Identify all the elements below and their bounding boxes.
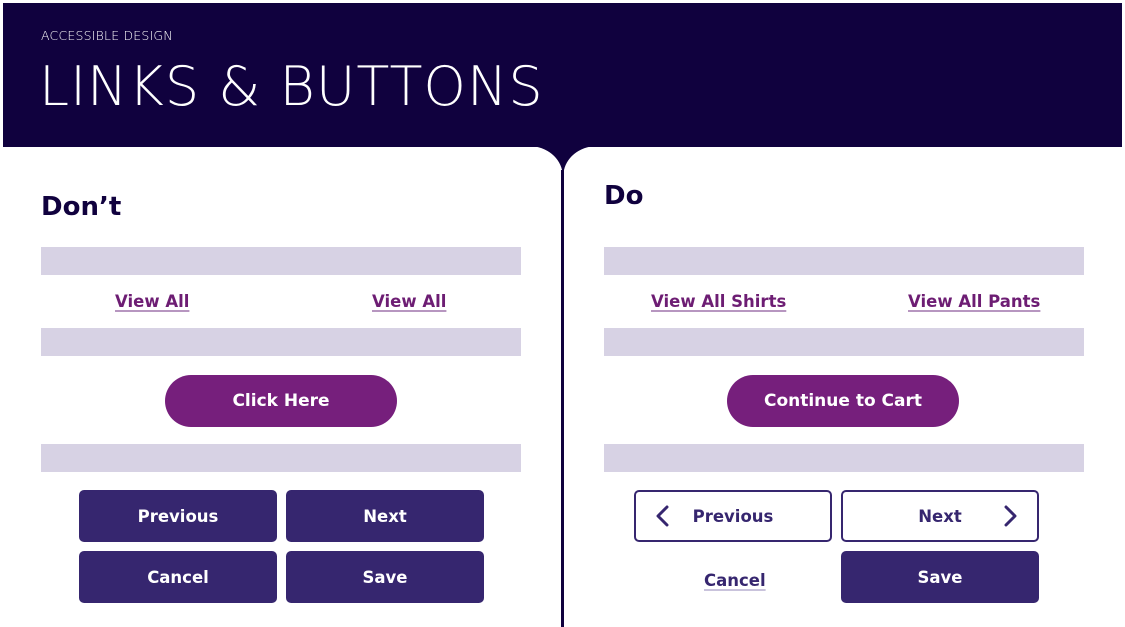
- save-button[interactable]: Save: [841, 551, 1039, 603]
- placeholder-bar: [41, 328, 521, 356]
- save-button[interactable]: Save: [286, 551, 484, 603]
- previous-label: Previous: [692, 506, 774, 526]
- previous-button[interactable]: Previous: [634, 490, 832, 542]
- placeholder-bar: [41, 444, 521, 472]
- view-all-link-2[interactable]: View All: [372, 292, 446, 311]
- click-here-button[interactable]: Click Here: [165, 375, 397, 427]
- eyebrow-label: ACCESSIBLE DESIGN: [41, 28, 173, 43]
- next-button[interactable]: Next: [286, 490, 484, 542]
- view-all-link-1[interactable]: View All: [115, 292, 189, 311]
- placeholder-bar: [604, 444, 1084, 472]
- placeholder-bar: [604, 328, 1084, 356]
- previous-button[interactable]: Previous: [79, 490, 277, 542]
- view-all-shirts-link[interactable]: View All Shirts: [651, 292, 786, 311]
- dont-panel: Don’t View All View All Click Here Previ…: [0, 147, 562, 627]
- continue-to-cart-button[interactable]: Continue to Cart: [727, 375, 959, 427]
- next-button[interactable]: Next: [841, 490, 1039, 542]
- page-header: ACCESSIBLE DESIGN LINKS & BUTTONS: [3, 3, 1122, 147]
- chevron-right-icon: [1004, 505, 1017, 527]
- chevron-left-icon: [656, 505, 669, 527]
- view-all-pants-link[interactable]: View All Pants: [908, 292, 1040, 311]
- cancel-button[interactable]: Cancel: [79, 551, 277, 603]
- dont-heading: Don’t: [41, 192, 122, 222]
- page-title: LINKS & BUTTONS: [39, 55, 544, 118]
- do-panel: Do View All Shirts View All Pants Contin…: [563, 147, 1125, 627]
- placeholder-bar: [604, 247, 1084, 275]
- cancel-link[interactable]: Cancel: [704, 571, 766, 590]
- placeholder-bar: [41, 247, 521, 275]
- next-label: Next: [918, 506, 962, 526]
- do-heading: Do: [604, 181, 644, 211]
